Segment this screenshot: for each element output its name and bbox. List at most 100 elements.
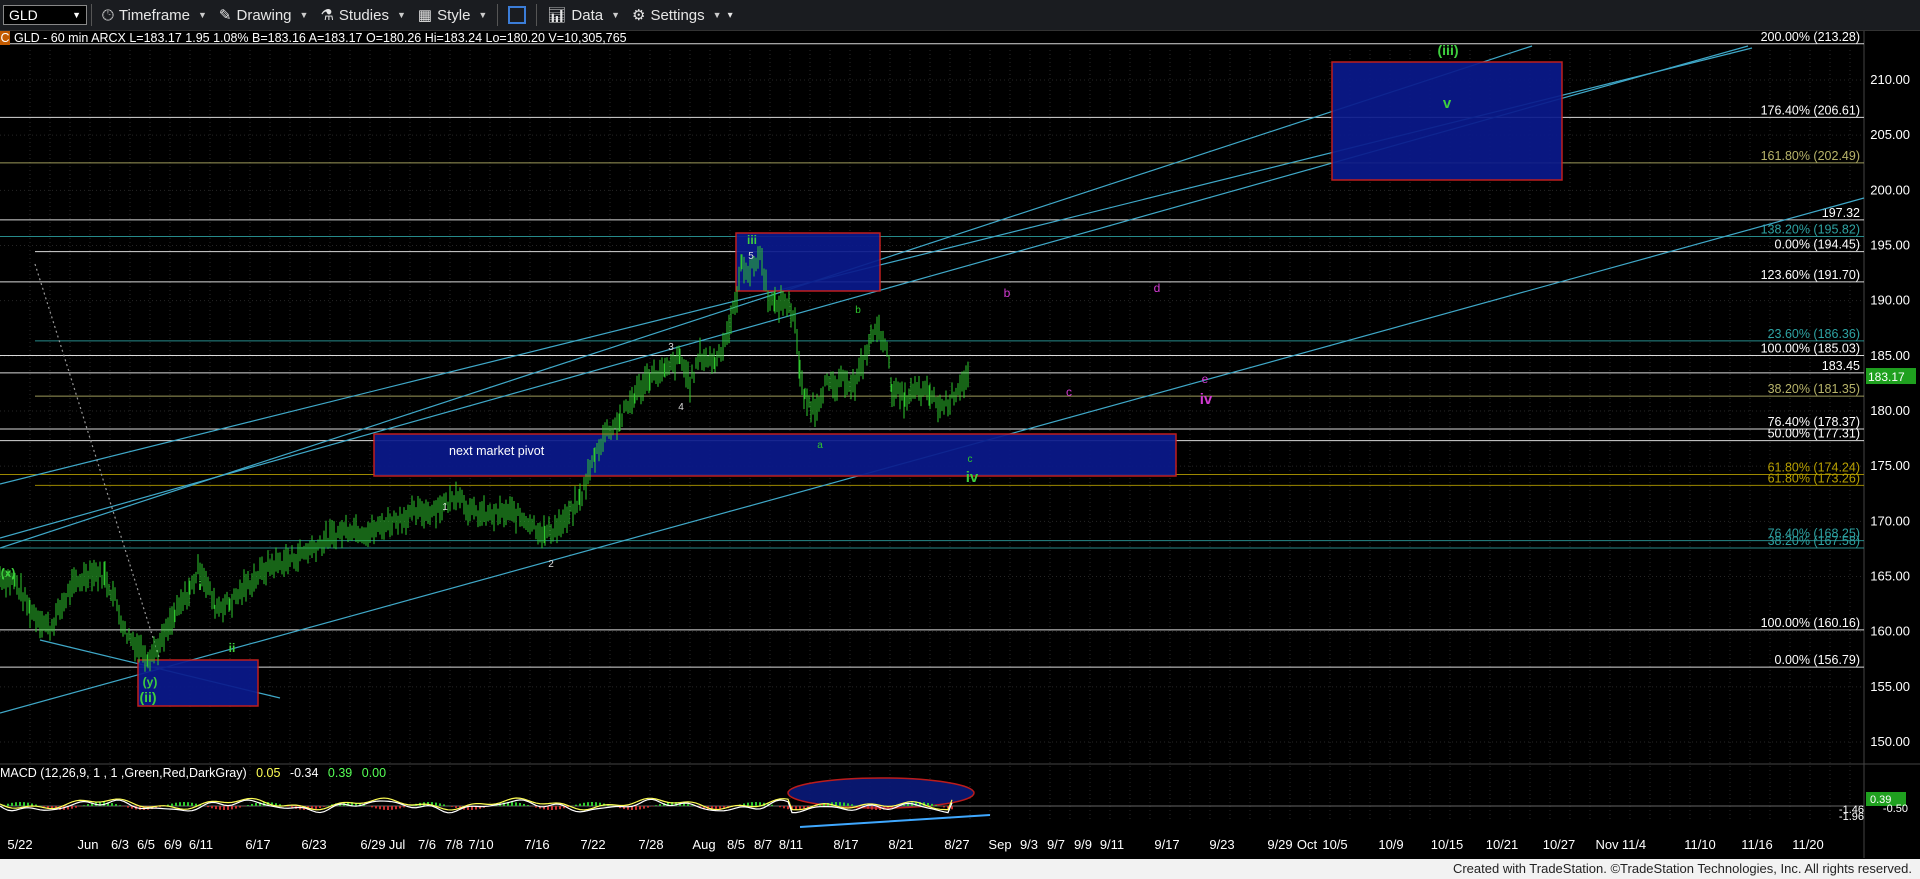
date-axis-label: Nov	[1595, 837, 1619, 852]
date-axis-label: 6/3	[111, 837, 129, 852]
fib-level-label: 61.80% (173.26)	[1768, 471, 1860, 485]
date-axis-label: Jun	[78, 837, 99, 852]
date-axis-label: 8/27	[944, 837, 969, 852]
timeframe-label: Timeframe	[118, 6, 190, 24]
fib-level-label: 100.00% (185.03)	[1761, 342, 1860, 356]
macd-scale-label: -1.96	[1839, 811, 1864, 823]
settings-menu[interactable]: ⚙ Settings ▼ ▾	[626, 0, 739, 30]
fib-level-label: 38.20% (181.35)	[1768, 382, 1860, 396]
wave-label-green: (ii)	[139, 689, 156, 705]
wave-label-green: ii	[229, 641, 236, 655]
style-menu[interactable]: ▦ Style ▼	[412, 0, 493, 30]
caret-icon: ▼	[198, 10, 207, 20]
date-axis-label: Sep	[988, 837, 1011, 852]
date-axis-label: Jul	[389, 837, 406, 852]
overflow-icon: ▾	[727, 9, 733, 21]
price-axis-label: 170.00	[1870, 513, 1910, 528]
date-axis: 5/22 Jun 6/3 6/5 6/9 6/11 6/17 6/23 6/29 Jul 7/6 7/…	[7, 837, 1823, 852]
fib-level-label: 23.60% (186.36)	[1768, 327, 1860, 341]
date-axis-label: 7/16	[524, 837, 549, 852]
fib-level-label: 138.20% (195.82)	[1761, 222, 1860, 236]
date-axis-label: 9/23	[1209, 837, 1234, 852]
date-axis-label: 6/9	[164, 837, 182, 852]
price-axis-label: 190.00	[1870, 293, 1910, 308]
target-box	[1331, 61, 1563, 181]
date-axis-label: 7/10	[468, 837, 493, 852]
macd-value: -0.34	[289, 766, 319, 780]
macd-value: 0.05	[256, 766, 281, 780]
price-axis-label: 155.00	[1870, 679, 1910, 694]
date-axis-label: 10/27	[1543, 837, 1576, 852]
price-axis-label: 180.00	[1870, 403, 1910, 418]
fib-level-label: 100.00% (160.16)	[1761, 616, 1860, 630]
price-axis-label: 160.00	[1870, 624, 1910, 639]
timeframe-menu[interactable]: 🕒︎ Timeframe ▼	[96, 0, 213, 30]
quote-text: GLD - 60 min ARCX L=183.17 1.95 1.08% B=…	[14, 31, 627, 45]
price-axis-label: 205.00	[1870, 127, 1910, 142]
fib-level-label: 183.45	[1822, 359, 1860, 373]
date-axis-label: 8/7	[754, 837, 772, 852]
macd-highlight	[787, 777, 975, 809]
date-axis-label: 6/29	[360, 837, 385, 852]
date-axis-label: 10/5	[1322, 837, 1347, 852]
wave-label-magenta: iv	[1200, 391, 1213, 408]
wave-label-magenta: b	[1004, 286, 1011, 300]
wave-label-green: iii	[747, 233, 757, 247]
date-axis-label: 9/3	[1020, 837, 1038, 852]
fib-level-label: 123.60% (191.70)	[1761, 268, 1860, 282]
status-badge: C	[0, 31, 10, 45]
date-axis-label: Oct	[1297, 837, 1318, 852]
date-axis-label: 7/8	[445, 837, 463, 852]
wave-label-white: 3	[668, 342, 674, 353]
chart-canvas[interactable]: 200.00% (213.28)176.40% (206.61)161.80% …	[0, 0, 1920, 879]
macd-title: MACD (12,26,9, 1 , 1 ,Green,Red,DarkGray…	[0, 766, 247, 780]
date-axis-label: 10/9	[1378, 837, 1403, 852]
drawing-menu[interactable]: ✎ Drawing ▼	[213, 0, 315, 30]
wave-label-white: 4	[678, 402, 684, 413]
data-label: Data	[571, 6, 604, 24]
wave-label-green: i	[198, 579, 201, 593]
clock-icon: 🕒︎	[102, 6, 114, 24]
date-axis-label: 10/15	[1431, 837, 1464, 852]
date-axis-label: 6/17	[245, 837, 270, 852]
date-axis-label: Aug	[692, 837, 715, 852]
fib-level-label: 0.00% (194.45)	[1775, 238, 1860, 252]
price-axis: 210.00 205.00 200.00 195.00 190.00 185.00 180.…	[1866, 72, 1916, 749]
price-axis-label: 175.00	[1870, 458, 1910, 473]
date-axis-label: 5/22	[7, 837, 32, 852]
fib-levels: 200.00% (213.28)176.40% (206.61)161.80% …	[0, 30, 1864, 668]
bar-chart-icon: 📊︎	[547, 7, 567, 24]
symbol-input[interactable]: GLD ▼	[3, 5, 87, 25]
date-axis-label: 9/7	[1047, 837, 1065, 852]
fib-level-label: 200.00% (213.28)	[1761, 30, 1860, 44]
wave-label-green: v	[1443, 95, 1452, 112]
date-axis-label: 8/21	[888, 837, 913, 852]
date-axis-label: 9/29	[1267, 837, 1292, 852]
price-axis-label: 185.00	[1870, 348, 1910, 363]
macd-scale-label: -0.50	[1883, 803, 1908, 815]
studies-menu[interactable]: ⚗ Studies ▼	[314, 0, 411, 30]
wave-label-white: 1	[442, 502, 448, 513]
layout-button[interactable]	[502, 0, 532, 30]
price-axis-label: 165.00	[1870, 569, 1910, 584]
drawing-label: Drawing	[236, 6, 292, 24]
flask-icon: ⚗	[320, 7, 334, 24]
date-axis-label: 9/11	[1100, 837, 1124, 852]
wave-label-green: (x)	[1, 566, 16, 580]
fib-level-label: 161.80% (202.49)	[1761, 149, 1860, 163]
settings-label: Settings	[650, 6, 705, 24]
fib-level-label: 38.20% (167.58)	[1768, 534, 1860, 548]
price-axis-label: 210.00	[1870, 72, 1910, 87]
date-axis-label: 7/28	[638, 837, 663, 852]
wave-label-white: a	[817, 440, 823, 451]
caret-icon: ▼	[611, 10, 620, 20]
wave-label-white: 2	[548, 559, 554, 570]
layout-icon	[508, 6, 527, 24]
wave-label-magenta: c	[1066, 385, 1072, 399]
studies-label: Studies	[338, 6, 389, 24]
data-menu[interactable]: 📊︎ Data ▼	[541, 0, 626, 30]
wave-label-magenta: e	[1202, 372, 1209, 386]
caret-icon: ▼	[299, 10, 309, 20]
pivot-label: next market pivot	[449, 444, 545, 458]
date-axis-label: 7/6	[418, 837, 436, 852]
